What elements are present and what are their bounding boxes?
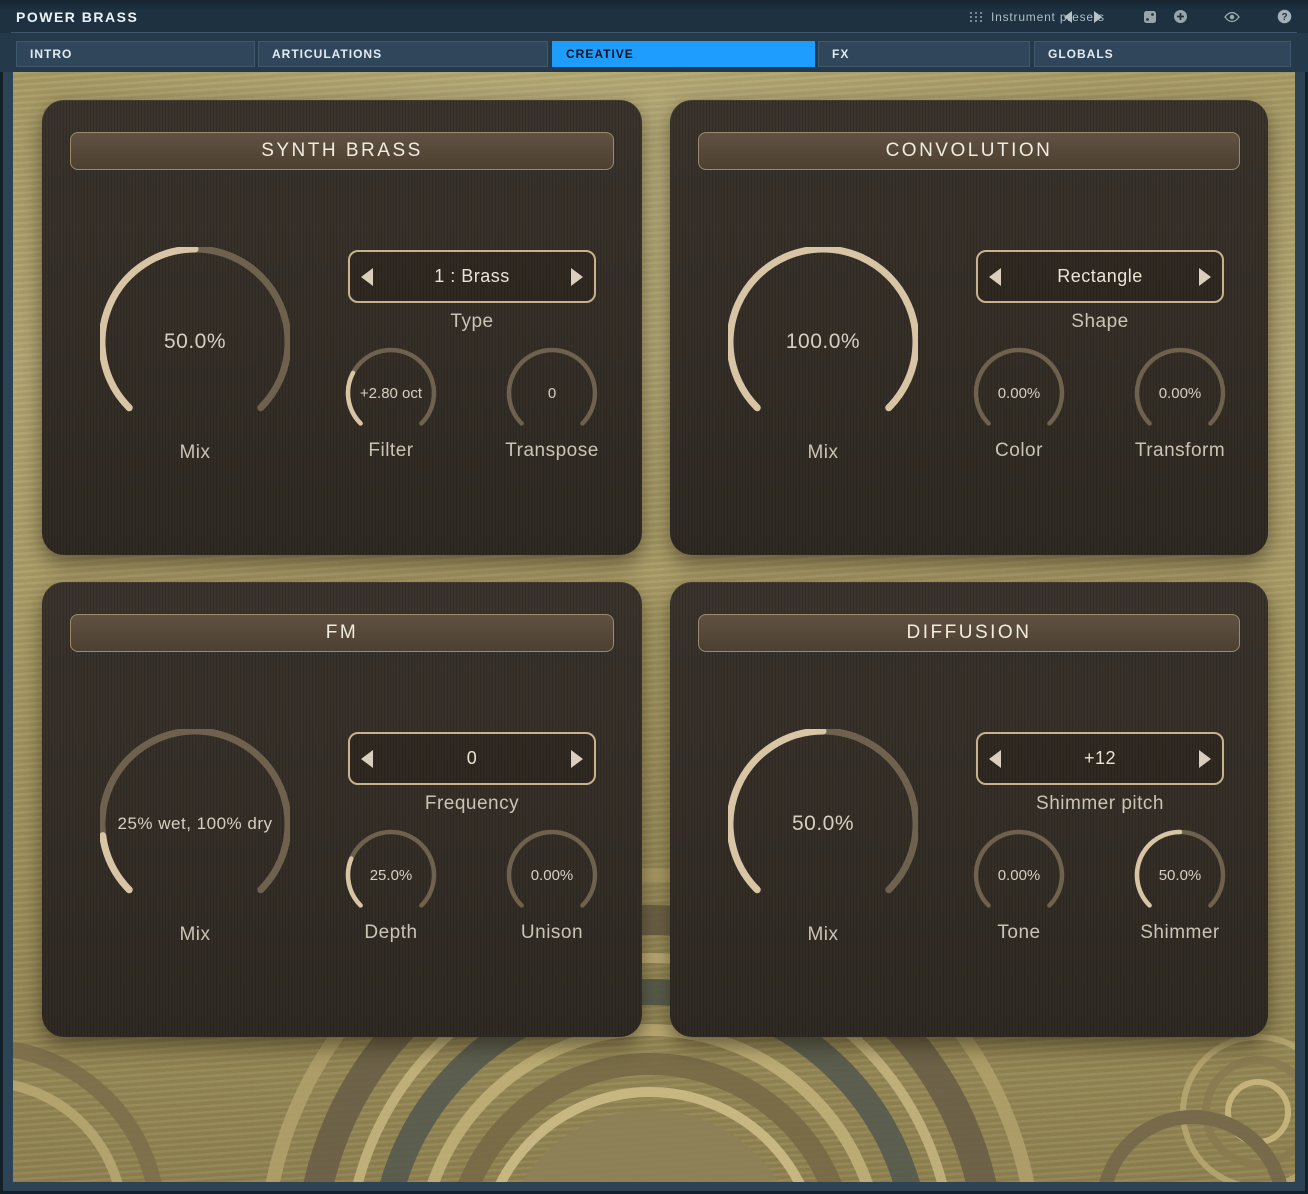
random-dice-icon: [1143, 10, 1157, 24]
tab-label: CREATIVE: [566, 47, 634, 61]
eye-icon: [1224, 11, 1240, 23]
arrow-right-icon: [571, 268, 583, 286]
knob-label: Unison: [467, 922, 637, 944]
panel-title: FM: [70, 614, 614, 652]
prev-arrow-icon: [1064, 11, 1072, 23]
tab-label: ARTICULATIONS: [272, 47, 382, 61]
arrow-right-icon: [1199, 750, 1211, 768]
selector-value[interactable]: 0: [384, 748, 560, 769]
tone-knob[interactable]: 0.00%: [971, 827, 1067, 923]
arrow-right-icon: [571, 750, 583, 768]
tab-globals[interactable]: GLOBALS: [1034, 41, 1291, 67]
panel-synth-brass: SYNTH BRASS 50.0% Mix 1 : Brass Type +2.…: [42, 100, 642, 555]
knob-label: Tone: [934, 922, 1104, 944]
panel-diffusion: DIFFUSION 50.0% Mix +12 Shimmer pitch 0.…: [670, 582, 1268, 1037]
tab-articulations[interactable]: ARTICULATIONS: [258, 41, 548, 67]
shimmer-knob[interactable]: 50.0%: [1132, 827, 1228, 923]
type-selector[interactable]: 1 : Brass: [348, 250, 596, 303]
selector-next-button[interactable]: [1188, 252, 1222, 301]
knob-label: Transform: [1095, 440, 1265, 462]
plus-circle-icon: [1173, 9, 1188, 24]
arrow-left-icon: [361, 750, 373, 768]
preset-grid-icon: [970, 12, 983, 22]
title-bar: POWER BRASS Instrument presets: [0, 0, 1308, 33]
tab-bar: INTRO ARTICULATIONS CREATIVE FX GLOBALS: [0, 33, 1308, 72]
filter-knob[interactable]: +2.80 oct: [343, 345, 439, 441]
panel-fm: FM 25% wet, 100% dry Mix 0 Frequency 25.…: [42, 582, 642, 1037]
selector-next-button[interactable]: [1188, 734, 1222, 783]
shimmer-pitch-selector[interactable]: +12: [976, 732, 1224, 785]
mix-label: Mix: [728, 442, 918, 464]
tab-creative[interactable]: CREATIVE: [552, 41, 815, 67]
panel-title: DIFFUSION: [698, 614, 1240, 652]
save-preset-button[interactable]: [1172, 9, 1188, 25]
panel-title-text: CONVOLUTION: [886, 140, 1053, 162]
arrow-right-icon: [1199, 268, 1211, 286]
tab-intro[interactable]: INTRO: [16, 41, 255, 67]
arrow-left-icon: [989, 750, 1001, 768]
transform-knob[interactable]: 0.00%: [1132, 345, 1228, 441]
knob-label: Color: [934, 440, 1104, 462]
knob-label: Filter: [306, 440, 476, 462]
mix-label: Mix: [728, 924, 918, 946]
selector-next-button[interactable]: [560, 252, 594, 301]
plugin-window: SYNTH BRASS 50.0% Mix 1 : Brass Type +2.…: [0, 0, 1308, 1194]
mix-knob[interactable]: 50.0%: [100, 247, 290, 437]
transpose-knob[interactable]: 0: [504, 345, 600, 441]
selector-label: Shimmer pitch: [976, 793, 1224, 815]
shape-selector[interactable]: Rectangle: [976, 250, 1224, 303]
panel-convolution: CONVOLUTION 100.0% Mix Rectangle Shape 0…: [670, 100, 1268, 555]
selector-prev-button[interactable]: [978, 252, 1012, 301]
show-hide-button[interactable]: [1224, 9, 1240, 25]
mix-label: Mix: [100, 442, 290, 464]
tab-label: INTRO: [30, 47, 72, 61]
color-knob[interactable]: 0.00%: [971, 345, 1067, 441]
frequency-selector[interactable]: 0: [348, 732, 596, 785]
knob-label: Transpose: [467, 440, 637, 462]
mix-knob[interactable]: 25% wet, 100% dry: [100, 729, 290, 919]
selector-value[interactable]: +12: [1012, 748, 1188, 769]
next-arrow-icon: [1094, 11, 1102, 23]
app-title: POWER BRASS: [16, 9, 138, 25]
knob-label: Shimmer: [1095, 922, 1265, 944]
mix-label: Mix: [100, 924, 290, 946]
help-button[interactable]: ?: [1276, 9, 1292, 25]
panel-title: SYNTH BRASS: [70, 132, 614, 170]
panel-title-text: SYNTH BRASS: [261, 140, 423, 162]
titlebar-icons: ?: [1060, 0, 1292, 33]
knob-label: Depth: [306, 922, 476, 944]
selector-prev-button[interactable]: [978, 734, 1012, 783]
svg-text:?: ?: [1281, 12, 1287, 23]
mix-knob[interactable]: 50.0%: [728, 729, 918, 919]
selector-next-button[interactable]: [560, 734, 594, 783]
selector-label: Frequency: [348, 793, 596, 815]
unison-knob[interactable]: 0.00%: [504, 827, 600, 923]
selector-prev-button[interactable]: [350, 252, 384, 301]
random-preset-button[interactable]: [1142, 9, 1158, 25]
selector-value[interactable]: 1 : Brass: [384, 266, 560, 287]
arrow-left-icon: [361, 268, 373, 286]
tab-label: GLOBALS: [1048, 47, 1114, 61]
prev-preset-button[interactable]: [1060, 9, 1076, 25]
selector-label: Shape: [976, 311, 1224, 333]
help-icon: ?: [1277, 9, 1292, 24]
mix-knob[interactable]: 100.0%: [728, 247, 918, 437]
panel-title-text: DIFFUSION: [907, 622, 1032, 644]
depth-knob[interactable]: 25.0%: [343, 827, 439, 923]
selector-label: Type: [348, 311, 596, 333]
selector-prev-button[interactable]: [350, 734, 384, 783]
panel-title: CONVOLUTION: [698, 132, 1240, 170]
next-preset-button[interactable]: [1090, 9, 1106, 25]
tab-label: FX: [832, 47, 849, 61]
arrow-left-icon: [989, 268, 1001, 286]
tab-fx[interactable]: FX: [818, 41, 1030, 67]
selector-value[interactable]: Rectangle: [1012, 266, 1188, 287]
panel-title-text: FM: [326, 622, 358, 644]
